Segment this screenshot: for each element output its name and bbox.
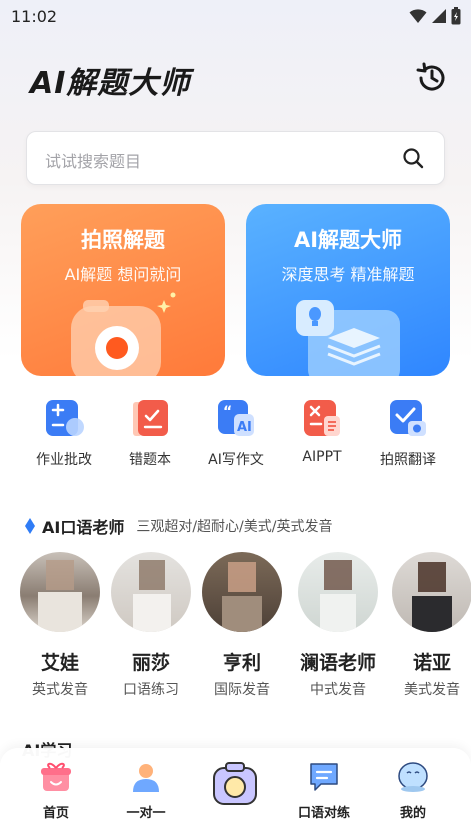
teacher-name: 艾娃	[40, 652, 79, 674]
ai-master-subtitle: 深度思考 精准解题	[281, 265, 415, 284]
app-title: AI解题大师	[30, 66, 191, 101]
tool-ai-ppt[interactable]: AIPPT	[280, 398, 364, 465]
tool-ai-essay[interactable]: “ AI AI写作文	[194, 398, 278, 469]
teacher-name: 亨利	[222, 652, 261, 674]
battery-icon	[451, 7, 461, 25]
signal-icon	[432, 9, 446, 23]
teacher-desc: 口语练习	[123, 682, 179, 698]
svg-text:AI: AI	[237, 420, 252, 435]
photo-solve-title: 拍照解题	[81, 228, 165, 252]
teacher-desc: 国际发音	[214, 682, 270, 698]
tool-photo-translate[interactable]: 拍照翻译	[366, 398, 450, 469]
tool-label: AIPPT	[302, 449, 342, 465]
history-button[interactable]	[414, 60, 450, 96]
teacher-desc: 美式发音	[404, 682, 460, 698]
bottom-tab-bar: 首页 一对一 口语对练 我的	[0, 748, 471, 837]
svg-text:“: “	[223, 404, 232, 420]
blurred-face-icon	[222, 562, 262, 632]
tab-label: 首页	[42, 806, 69, 821]
blurred-face-icon	[38, 560, 82, 632]
tab-one-on-one[interactable]: 一对一	[106, 760, 186, 821]
photo-translate-icon	[390, 400, 426, 436]
diamond-icon	[25, 518, 35, 534]
avatar	[298, 552, 378, 632]
blurred-face-icon	[412, 562, 452, 632]
tab-camera-button[interactable]	[211, 760, 259, 808]
teacher-card[interactable]: 丽莎 口语练习	[103, 552, 199, 699]
tab-label: 口语对练	[297, 806, 350, 821]
photo-solve-subtitle: AI解题 想问就问	[64, 265, 182, 284]
tab-label: 一对一	[126, 806, 166, 821]
teacher-card[interactable]: 澜语老师 中式发音	[290, 552, 386, 699]
teacher-section-header: AI口语老师 三观超对/超耐心/美式/英式发音	[24, 514, 333, 538]
search-icon	[403, 148, 424, 169]
tool-label: 错题本	[129, 452, 171, 468]
ai-master-title: AI解题大师	[293, 228, 403, 252]
teacher-name: 澜语老师	[299, 652, 376, 674]
teacher-section-subtitle: 三观超对/超耐心/美式/英式发音	[136, 519, 333, 535]
ai-master-card[interactable]: AI解题大师 深度思考 精准解题	[246, 204, 450, 376]
teacher-name: 丽莎	[131, 652, 170, 674]
avatar	[111, 552, 191, 632]
ai-essay-icon: “ AI	[218, 400, 254, 436]
home-gift-icon	[41, 762, 71, 791]
teacher-section-title: AI口语老师	[42, 518, 125, 537]
avatar	[20, 552, 100, 632]
tab-label: 我的	[399, 806, 426, 821]
status-bar: 11:02	[0, 0, 471, 34]
camera-icon	[213, 762, 257, 805]
status-time: 11:02	[11, 7, 58, 26]
tab-speaking-practice[interactable]: 口语对练	[284, 760, 364, 821]
blurred-face-icon	[320, 560, 356, 632]
blurred-face-icon	[133, 560, 171, 632]
history-icon	[416, 62, 445, 91]
stack-illustration-icon	[296, 300, 400, 376]
tool-homework-check[interactable]: 作业批改	[22, 398, 106, 469]
search-placeholder: 试试搜索题目	[45, 152, 142, 171]
tool-row: 作业批改 错题本 “ AI AI写作文 AIPPT 拍照翻译	[0, 398, 471, 470]
wrong-notebook-icon	[133, 400, 168, 436]
tab-profile[interactable]: 我的	[373, 760, 453, 821]
wifi-icon	[409, 9, 427, 23]
teacher-card[interactable]: 亨利 国际发音	[194, 552, 290, 699]
teacher-list: 艾娃 英式发音 丽莎 口语练习 亨利 国际发音 澜语老师 中式发音 诺亚 美式发…	[0, 552, 471, 702]
teacher-desc: 中式发音	[310, 682, 366, 698]
profile-icon	[398, 762, 428, 792]
avatar	[202, 552, 282, 632]
tool-label: 作业批改	[36, 452, 92, 468]
homework-check-icon	[46, 400, 84, 436]
chat-icon	[310, 763, 338, 791]
ai-ppt-icon	[304, 400, 340, 436]
tool-label: 拍照翻译	[380, 452, 436, 468]
camera-illustration-icon	[71, 292, 176, 376]
teacher-card[interactable]: 诺亚 美式发音	[384, 552, 471, 699]
teacher-card[interactable]: 艾娃 英式发音	[12, 552, 108, 699]
tool-wrong-notebook[interactable]: 错题本	[108, 398, 192, 469]
avatar	[392, 552, 471, 632]
search-input[interactable]: 试试搜索题目	[26, 131, 445, 185]
tab-home[interactable]: 首页	[16, 760, 96, 821]
teacher-desc: 英式发音	[32, 682, 88, 698]
person-icon	[133, 764, 159, 792]
teacher-name: 诺亚	[412, 652, 451, 674]
tool-label: AI写作文	[208, 452, 264, 468]
photo-solve-card[interactable]: 拍照解题 AI解题 想问就问	[21, 204, 225, 376]
status-icons	[409, 7, 461, 25]
